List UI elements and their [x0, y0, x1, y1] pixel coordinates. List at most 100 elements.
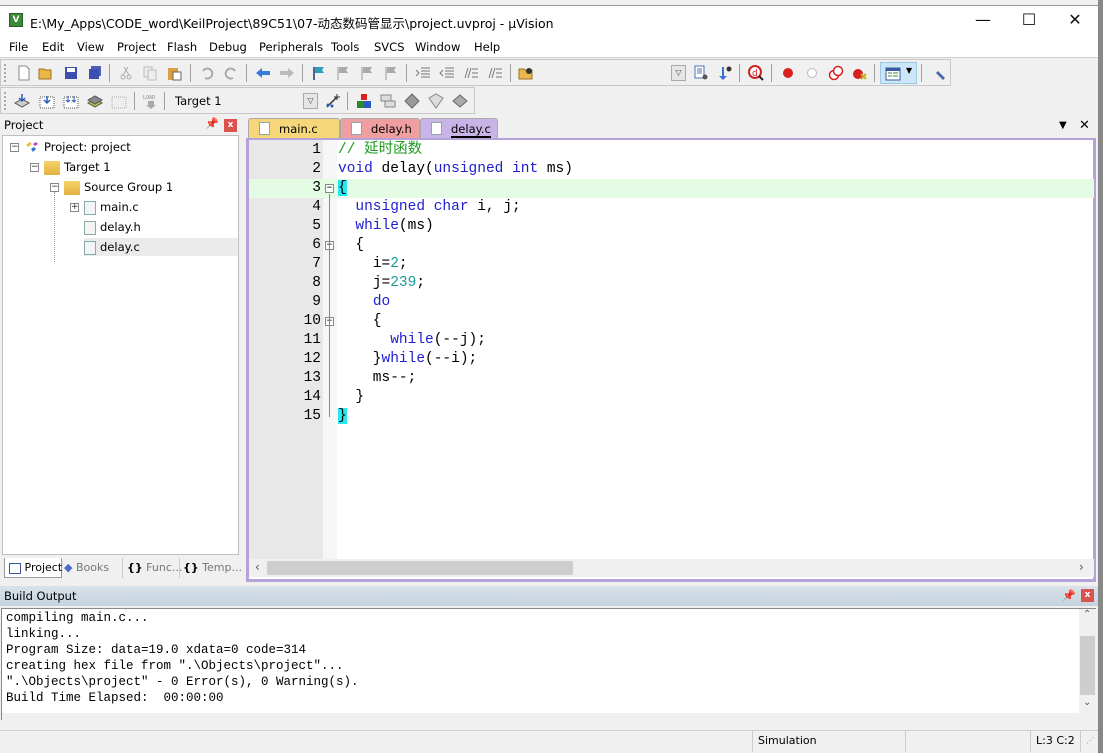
redo-icon[interactable]: [223, 65, 239, 81]
enable-breakpoint-icon[interactable]: [804, 65, 820, 81]
code-line[interactable]: 2 void delay(unsigned int ms): [249, 160, 1094, 179]
tree-node-delay-c[interactable]: delay.c: [84, 238, 238, 256]
build-icon[interactable]: [39, 93, 55, 109]
menu-edit[interactable]: Edit: [42, 40, 64, 54]
cut-icon[interactable]: [118, 65, 134, 81]
scrollbar-thumb[interactable]: [267, 561, 573, 575]
code-line[interactable]: 6 {−: [249, 236, 1094, 255]
build-output-text[interactable]: compiling main.c... linking... Program S…: [1, 608, 1096, 721]
menu-debug[interactable]: Debug: [209, 40, 247, 54]
find-in-files-icon[interactable]: [518, 65, 534, 81]
menu-view[interactable]: View: [77, 40, 104, 54]
menu-flash[interactable]: Flash: [167, 40, 197, 54]
paste-icon[interactable]: [166, 65, 182, 81]
code-line[interactable]: 10 {−: [249, 312, 1094, 331]
scroll-left-icon[interactable]: ‹: [255, 560, 260, 574]
tree-expander[interactable]: −: [50, 183, 59, 192]
tab-functions[interactable]: {} Func...: [122, 558, 182, 578]
menu-help[interactable]: Help: [474, 40, 500, 54]
tab-books[interactable]: ◆ Books: [64, 558, 120, 578]
debug-session-icon[interactable]: d: [748, 65, 764, 81]
resize-grip-icon[interactable]: ⋰: [1080, 731, 1098, 752]
download-icon[interactable]: LOAD: [143, 93, 159, 109]
tree-node-source-group[interactable]: Source Group 1: [64, 178, 173, 196]
manage-rte-icon[interactable]: [380, 93, 396, 109]
batch-build-icon[interactable]: [87, 93, 103, 109]
window-layout-button[interactable]: ▼: [880, 62, 917, 84]
scroll-up-icon[interactable]: ⌃: [1083, 609, 1091, 620]
menu-svcs[interactable]: SVCS: [374, 40, 405, 54]
code-line[interactable]: 5 while(ms): [249, 217, 1094, 236]
code-line[interactable]: 13 ms--;: [249, 369, 1094, 388]
code-line[interactable]: 12 }while(--i);: [249, 350, 1094, 369]
save-all-icon[interactable]: [87, 65, 103, 81]
menu-project[interactable]: Project: [117, 40, 156, 54]
file-extensions-icon[interactable]: [356, 93, 372, 109]
menu-window[interactable]: Window: [415, 40, 460, 54]
menu-peripherals[interactable]: Peripherals: [259, 40, 323, 54]
kill-all-breakpoints-icon[interactable]: [852, 65, 868, 81]
scrollbar-thumb[interactable]: [1080, 636, 1095, 695]
prev-bookmark-icon[interactable]: [335, 65, 351, 81]
stop-build-icon[interactable]: [111, 93, 127, 109]
toolbar-grip[interactable]: [4, 92, 6, 110]
toolbar-grip[interactable]: [4, 64, 6, 82]
pack-manager-icon[interactable]: [452, 93, 468, 109]
configure-icon[interactable]: [930, 65, 946, 81]
insert-breakpoint-icon[interactable]: [780, 65, 796, 81]
code-line[interactable]: 9 do: [249, 293, 1094, 312]
pin-icon[interactable]: 📌: [1062, 589, 1076, 602]
code-line[interactable]: 14 }: [249, 388, 1094, 407]
pin-icon[interactable]: 📌: [205, 117, 219, 130]
incremental-find-icon[interactable]: [717, 65, 733, 81]
translate-icon[interactable]: [14, 93, 30, 109]
build-output-close-button[interactable]: x: [1081, 589, 1094, 602]
tree-expander[interactable]: −: [10, 143, 19, 152]
minimize-button[interactable]: —: [960, 6, 1006, 36]
tree-node-target[interactable]: Target 1: [44, 158, 111, 176]
close-button[interactable]: ✕: [1052, 6, 1098, 36]
fold-toggle[interactable]: −: [325, 184, 334, 193]
copy-icon[interactable]: [142, 65, 158, 81]
tree-node-project[interactable]: Project: project: [24, 138, 131, 156]
new-file-icon[interactable]: [16, 65, 32, 81]
undo-icon[interactable]: [199, 65, 215, 81]
code-line[interactable]: 8 j=239;: [249, 274, 1094, 293]
code-line[interactable]: 11 while(--j);: [249, 331, 1094, 350]
tab-templates[interactable]: {} Temp...: [179, 558, 242, 578]
editor-horizontal-scrollbar[interactable]: ‹ ›: [249, 559, 1094, 577]
rebuild-icon[interactable]: [63, 93, 79, 109]
target-options-icon[interactable]: [325, 93, 341, 109]
open-folder-icon[interactable]: [38, 65, 54, 81]
menu-file[interactable]: File: [9, 40, 28, 54]
bookmark-icon[interactable]: [311, 65, 327, 81]
tab-list-dropdown-icon[interactable]: ▼: [1059, 120, 1067, 131]
save-icon[interactable]: [63, 65, 79, 81]
comment-icon[interactable]: [463, 65, 479, 81]
pack-installer-icon[interactable]: [428, 93, 444, 109]
tree-expander[interactable]: +: [70, 203, 79, 212]
next-bookmark-icon[interactable]: [359, 65, 375, 81]
code-editor[interactable]: 1// 延时函数 2 void delay(unsigned int ms) 3{−4…: [246, 138, 1096, 582]
clear-bookmarks-icon[interactable]: [383, 65, 399, 81]
build-output-vertical-scrollbar[interactable]: ⌃ ⌄: [1079, 609, 1096, 713]
navigate-back-icon[interactable]: [255, 65, 271, 81]
maximize-button[interactable]: ☐: [1006, 6, 1052, 36]
tree-node-delay-h[interactable]: delay.h: [84, 218, 141, 236]
tab-main-c[interactable]: main.c: [248, 118, 340, 138]
tree-expander[interactable]: −: [30, 163, 39, 172]
tab-delay-c[interactable]: delay.c: [420, 118, 498, 138]
code-line[interactable]: 4 unsigned char i, j;: [249, 198, 1094, 217]
code-line[interactable]: 1 // 延时函数: [249, 141, 1094, 160]
navigate-forward-icon[interactable]: [279, 65, 295, 81]
code-line[interactable]: 3 {−: [249, 179, 1094, 198]
select-packs-icon[interactable]: [404, 93, 420, 109]
scroll-right-icon[interactable]: ›: [1079, 560, 1084, 574]
menu-tools[interactable]: Tools: [331, 40, 359, 54]
tab-project[interactable]: Project: [4, 558, 62, 578]
target-dropdown[interactable]: ▽: [303, 93, 318, 109]
target-select[interactable]: Target 1: [171, 91, 319, 111]
tree-node-main-c[interactable]: main.c: [84, 198, 139, 216]
find-icon[interactable]: [693, 65, 709, 81]
find-dropdown[interactable]: ▽: [671, 65, 686, 81]
